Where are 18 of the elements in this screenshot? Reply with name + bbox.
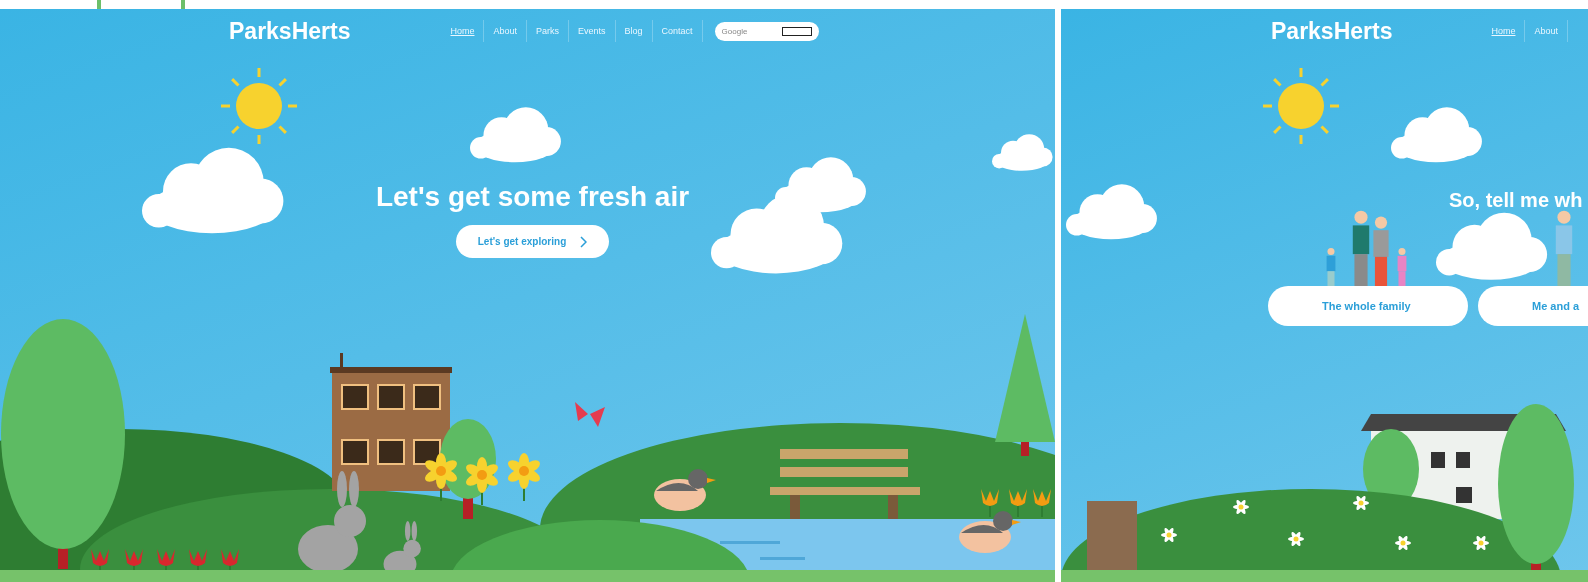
- nav-link[interactable]: Events: [569, 20, 616, 42]
- butterfly-drawing: [575, 402, 605, 427]
- nav-link[interactable]: Contact: [652, 20, 703, 42]
- logo[interactable]: ParksHerts: [229, 17, 351, 45]
- nav-link[interactable]: Blog: [615, 20, 653, 42]
- logo[interactable]: ParksHerts: [1271, 17, 1393, 45]
- headline: Let's get some fresh air: [375, 181, 690, 213]
- chevron-icon: [580, 235, 588, 248]
- nav-link[interactable]: Home: [1482, 20, 1526, 42]
- explore-button[interactable]: Let's get exploring: [455, 225, 610, 258]
- cloud-drawing: [992, 134, 1053, 171]
- choice-button[interactable]: The whole family: [1268, 286, 1468, 326]
- nav-link[interactable]: Parks: [527, 20, 570, 42]
- nav-link[interactable]: About: [1525, 20, 1568, 42]
- nav-link[interactable]: About: [484, 20, 527, 42]
- headline: So, tell me wh: [1449, 189, 1583, 212]
- choice-button[interactable]: Me and a: [1478, 286, 1588, 326]
- nav-link[interactable]: Home: [441, 20, 485, 42]
